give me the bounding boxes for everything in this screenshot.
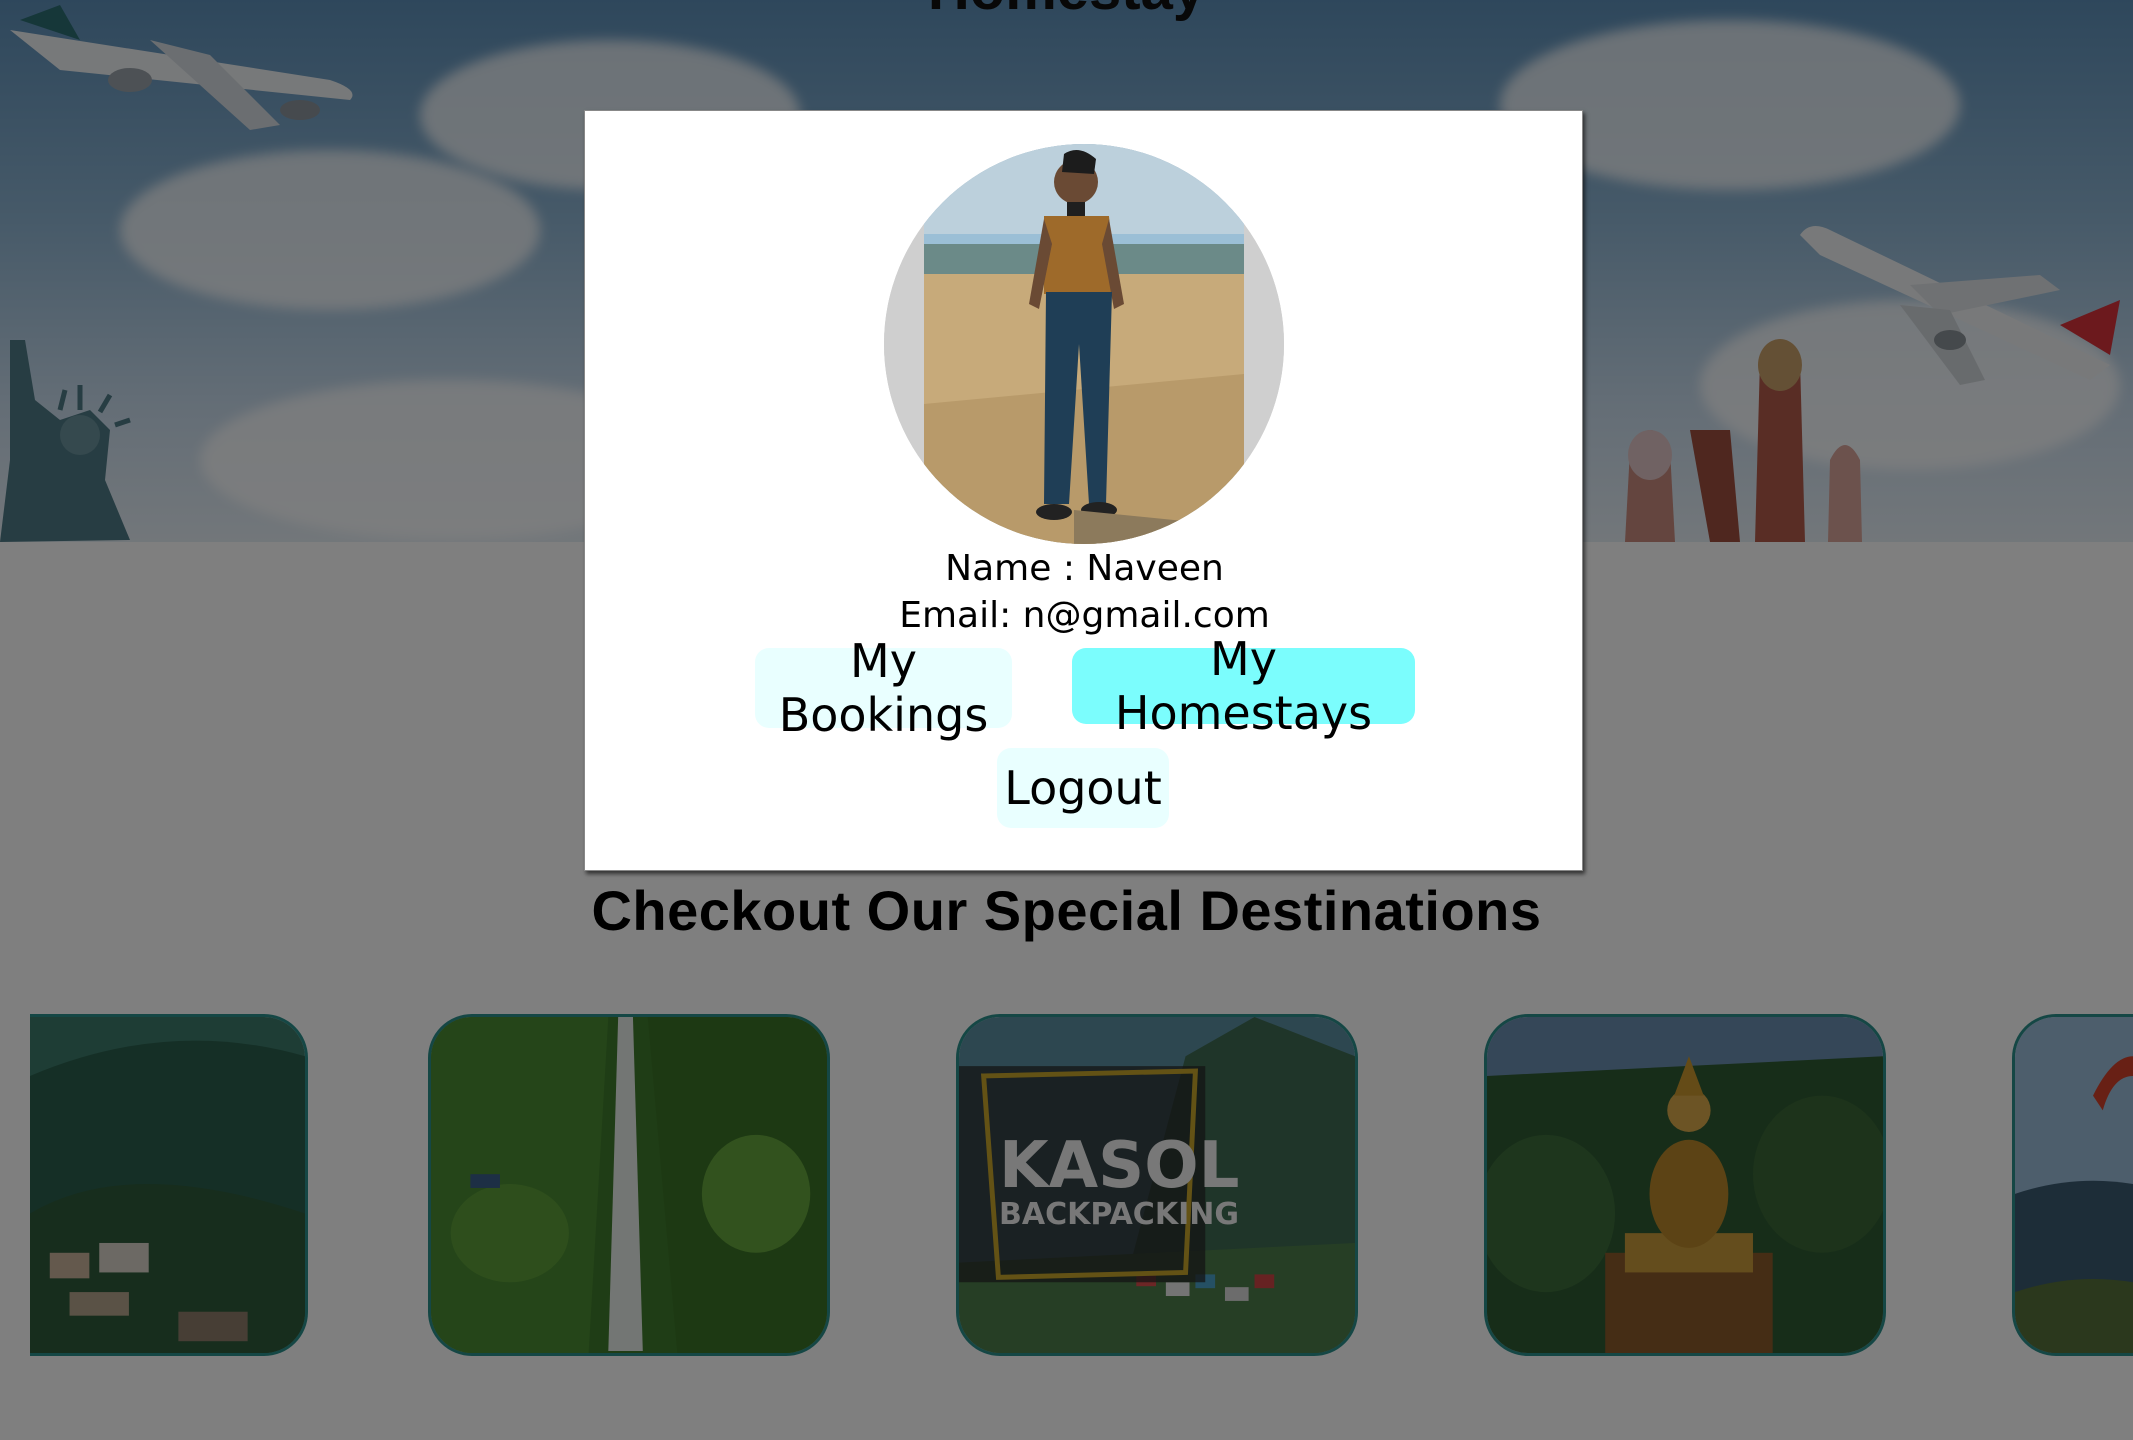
profile-photo [884, 144, 1284, 544]
profile-email: Email: n@gmail.com [899, 595, 1270, 636]
my-bookings-button[interactable]: My Bookings [755, 634, 1012, 742]
profile-modal: Name : Naveen Email: n@gmail.com My Book… [584, 110, 1583, 871]
avatar [884, 144, 1284, 544]
my-homestays-button[interactable]: My Homestays [1072, 632, 1415, 740]
profile-name: Name : Naveen [945, 548, 1224, 589]
logout-button[interactable]: Logout [997, 748, 1169, 828]
